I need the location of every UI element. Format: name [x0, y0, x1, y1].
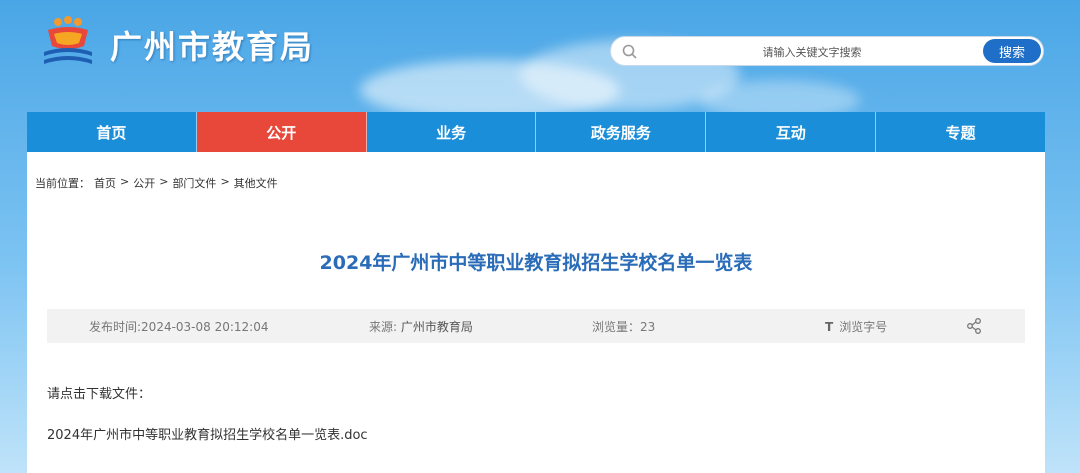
- font-size-icon: T: [825, 320, 834, 334]
- article-meta-bar: 发布时间:2024-03-08 20:12:04 来源: 广州市教育局 浏览量：…: [47, 309, 1025, 343]
- view-count: 浏览量：23: [592, 320, 656, 334]
- font-size-label: 浏览字号: [839, 320, 888, 334]
- article-title: 2024年广州市中等职业教育拟招生学校名单一览表: [319, 252, 753, 274]
- search-box: 搜索: [610, 36, 1044, 66]
- publish-time: 发布时间:2024-03-08 20:12:04: [89, 320, 269, 334]
- breadcrumb-separator: >: [159, 175, 169, 188]
- breadcrumb-item-home[interactable]: 首页: [94, 175, 116, 191]
- download-file-link[interactable]: 2024年广州市中等职业教育拟招生学校名单一览表.doc: [47, 424, 368, 443]
- nav-item-topics[interactable]: 专题: [876, 112, 1045, 152]
- breadcrumb-item-public[interactable]: 公开: [133, 175, 155, 191]
- logo-emblem-icon: [44, 16, 92, 64]
- content-panel: 当前位置： 首页 > 公开 > 部门文件 > 其他文件 2024年广州市中等职业…: [27, 152, 1045, 473]
- main-nav: 首页 公开 业务 政务服务 互动 专题: [27, 112, 1045, 152]
- font-size-toggle[interactable]: T 浏览字号: [825, 318, 887, 335]
- share-icon[interactable]: [965, 317, 983, 335]
- breadcrumb-prefix: 当前位置：: [35, 177, 90, 190]
- nav-item-public[interactable]: 公开: [196, 112, 367, 152]
- source-label: 来源:: [369, 320, 398, 334]
- nav-item-interaction[interactable]: 互动: [706, 112, 877, 152]
- nav-item-gov-services[interactable]: 政务服务: [536, 112, 707, 152]
- nav-item-home[interactable]: 首页: [27, 112, 197, 152]
- search-icon: [622, 44, 637, 59]
- search-input[interactable]: [647, 41, 977, 63]
- breadcrumb-item-other-docs[interactable]: 其他文件: [234, 175, 278, 191]
- breadcrumb-separator: >: [120, 175, 130, 188]
- article-source: 来源: 广州市教育局: [369, 318, 473, 335]
- breadcrumb-item-department-docs[interactable]: 部门文件: [172, 175, 216, 191]
- nav-item-business[interactable]: 业务: [366, 112, 537, 152]
- breadcrumb: 当前位置： 首页 > 公开 > 部门文件 > 其他文件: [35, 175, 278, 191]
- source-value: 广州市教育局: [400, 320, 473, 334]
- site-title[interactable]: 广州市教育局: [110, 22, 314, 68]
- breadcrumb-separator: >: [220, 175, 230, 188]
- search-button[interactable]: 搜索: [983, 39, 1041, 63]
- download-intro-text: 请点击下载文件：: [47, 387, 152, 402]
